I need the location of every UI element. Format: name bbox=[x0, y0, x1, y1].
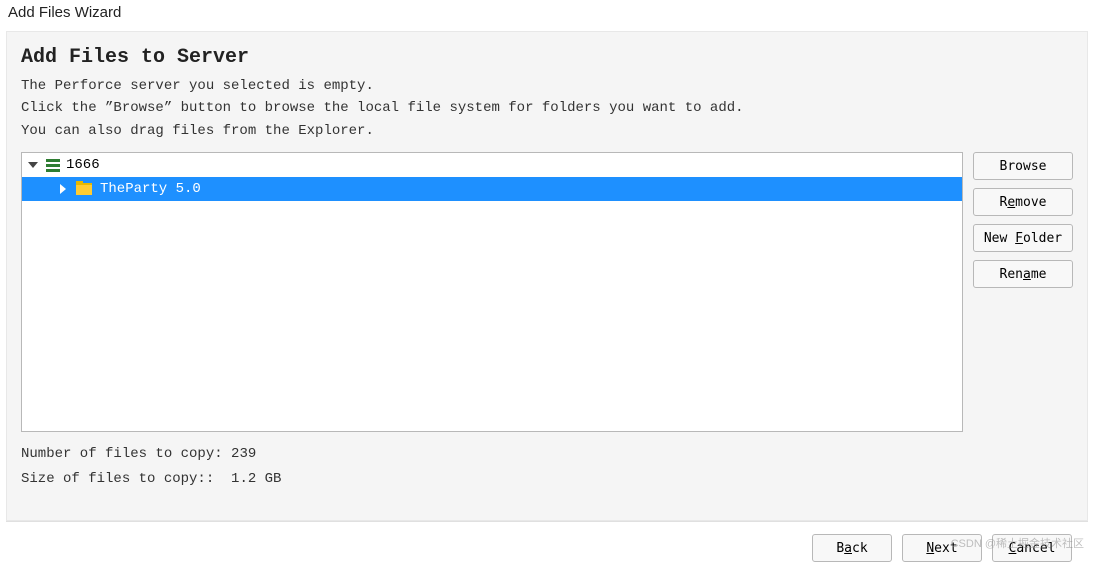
chevron-right-icon[interactable] bbox=[60, 184, 66, 194]
wizard-heading: Add Files to Server bbox=[21, 46, 1073, 69]
next-button[interactable]: Next bbox=[902, 534, 982, 562]
tree-root-label: 1666 bbox=[66, 157, 100, 173]
window-title: Add Files Wizard bbox=[0, 0, 1094, 25]
stats-files-label: Number of files to copy: bbox=[21, 442, 231, 467]
back-button[interactable]: Back bbox=[812, 534, 892, 562]
stats-size-row: Size of files to copy:: 1.2 GB bbox=[21, 467, 1073, 492]
folder-icon bbox=[76, 183, 92, 195]
stats-size-value: 1.2 GB bbox=[231, 467, 281, 492]
server-icon bbox=[46, 159, 60, 172]
wizard-body: Add Files to Server The Perforce server … bbox=[6, 31, 1088, 521]
tree-child-node[interactable]: TheParty 5.0 bbox=[22, 177, 962, 201]
chevron-down-icon[interactable] bbox=[28, 162, 38, 168]
rename-button[interactable]: Rename bbox=[973, 260, 1073, 288]
remove-button[interactable]: Remove bbox=[973, 188, 1073, 216]
stats-files-row: Number of files to copy: 239 bbox=[21, 442, 1073, 467]
stats-size-label: Size of files to copy:: bbox=[21, 467, 231, 492]
cancel-button[interactable]: Cancel bbox=[992, 534, 1072, 562]
new-folder-button[interactable]: New Folder bbox=[973, 224, 1073, 252]
tree-root-node[interactable]: 1666 bbox=[22, 153, 962, 177]
stats-block: Number of files to copy: 239 Size of fil… bbox=[21, 442, 1073, 492]
file-tree[interactable]: 1666 TheParty 5.0 bbox=[21, 152, 963, 432]
side-button-column: Browse Remove New Folder Rename bbox=[973, 152, 1073, 288]
tree-child-label: TheParty 5.0 bbox=[100, 181, 201, 197]
browse-button[interactable]: Browse bbox=[973, 152, 1073, 180]
footer-bar: Back Next Cancel bbox=[6, 521, 1088, 562]
wizard-description: The Perforce server you selected is empt… bbox=[21, 75, 1073, 142]
stats-files-value: 239 bbox=[231, 442, 256, 467]
